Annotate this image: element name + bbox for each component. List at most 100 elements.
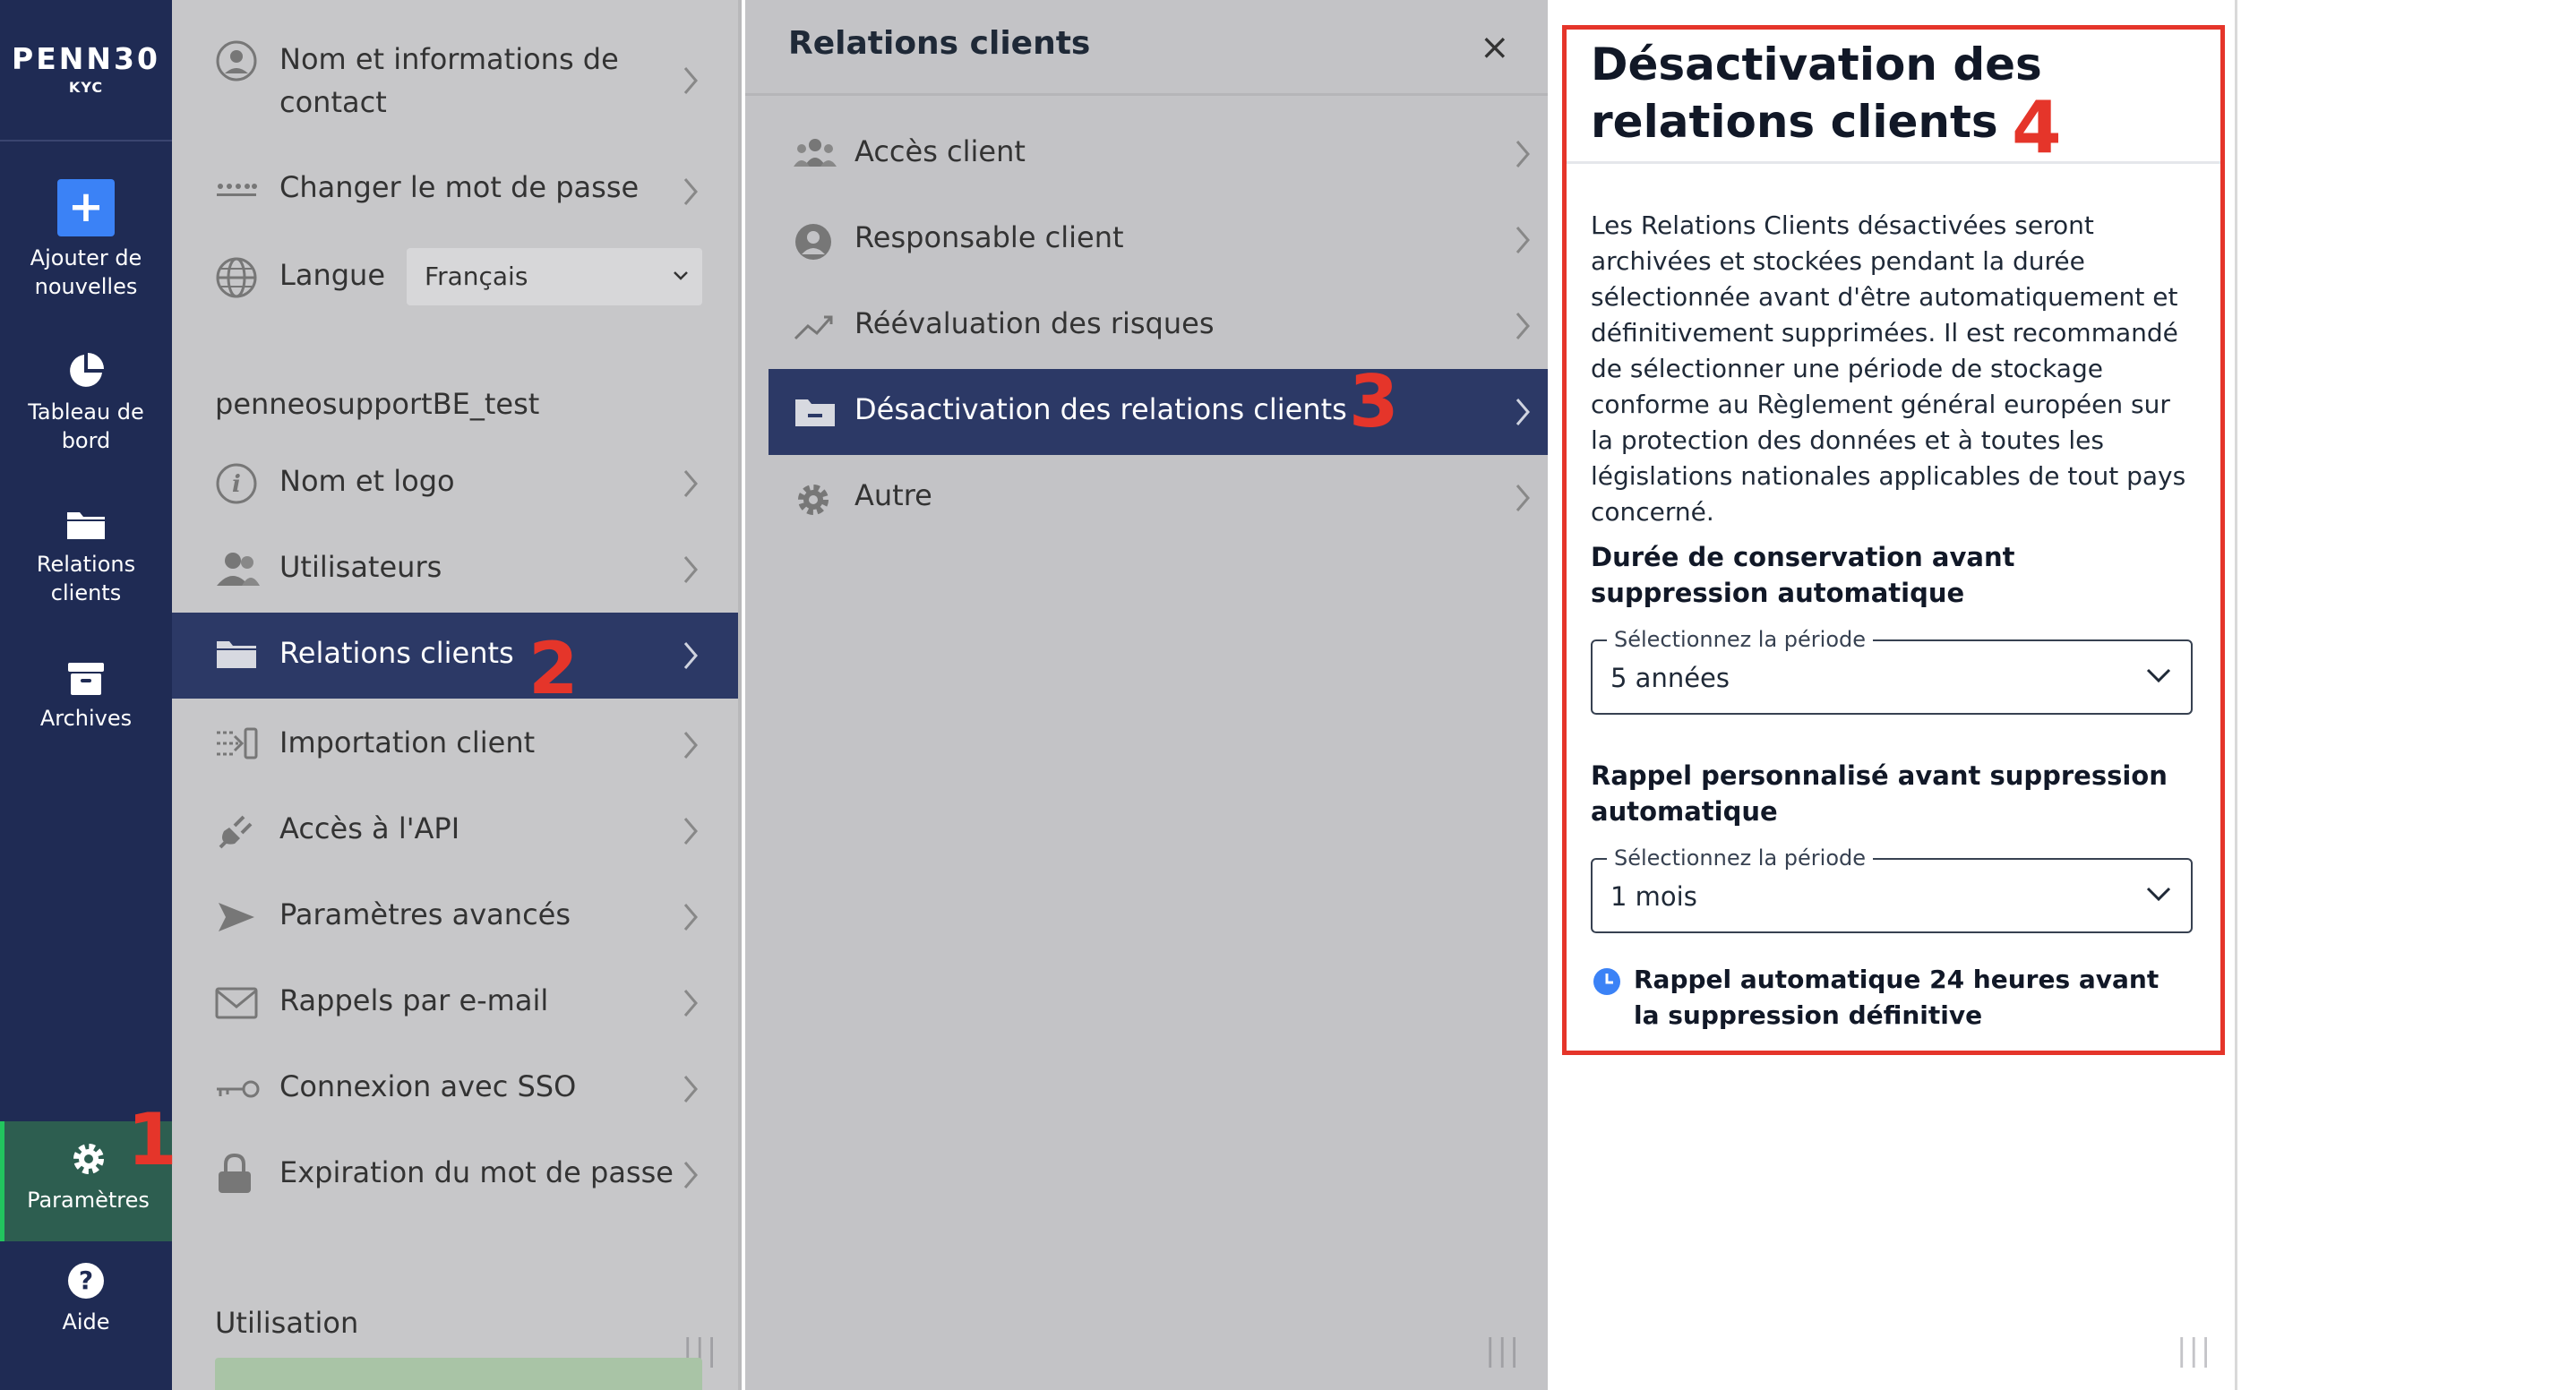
settings-item-email-reminders[interactable]: Rappels par e-mail (172, 978, 738, 1028)
send-icon (219, 903, 254, 931)
cr-item-other[interactable]: Autre (769, 455, 1548, 541)
settings-item-advanced[interactable]: Paramètres avancés (172, 892, 738, 942)
chevron-right-icon (1516, 141, 1530, 167)
settings-item-password[interactable]: Changer le mot de passe (172, 167, 738, 217)
settings-item-client-import[interactable]: Importation client (172, 720, 738, 770)
usage-progress-bar (215, 1358, 702, 1390)
annotation-number-3: 3 (1349, 360, 1399, 443)
chevron-right-icon (683, 470, 698, 497)
usage-heading: Utilisation (215, 1306, 359, 1340)
info-icon: i (216, 463, 257, 504)
chevron-right-icon (683, 818, 698, 845)
settings-item-client-relations[interactable]: Relations clients (172, 613, 738, 699)
resize-handle-icon[interactable]: ||| (2177, 1333, 2212, 1369)
import-icon (217, 727, 258, 759)
settings-item-sso[interactable]: Connexion avec SSO (172, 1064, 738, 1114)
settings-item-sso-label: Connexion avec SSO (279, 1069, 577, 1103)
logo-subtext: KYC (68, 79, 104, 96)
folder-minus-icon (795, 399, 835, 426)
chevron-right-icon (1516, 399, 1530, 425)
resize-handle-icon[interactable]: ||| (1485, 1333, 1521, 1369)
chevron-right-icon (1516, 227, 1530, 253)
users-icon (217, 553, 260, 586)
chevron-right-icon (683, 1162, 698, 1188)
globe-icon (216, 257, 257, 298)
gear-icon (73, 1144, 104, 1174)
settings-item-users[interactable]: Utilisateurs (172, 545, 738, 595)
logo-text: PENN30 (12, 41, 160, 76)
users-group-icon (794, 139, 837, 167)
lock-icon (219, 1153, 251, 1193)
app-logo[interactable]: PENN30 KYC (0, 0, 172, 142)
cr-item-risk-reassessment-label: Réévaluation des risques (854, 306, 1215, 340)
settings-item-contact-label: Nom et informations de contact (279, 42, 619, 119)
envelope-icon (215, 987, 258, 1019)
settings-item-api-access[interactable]: Accès à l'API (172, 806, 738, 856)
chevron-right-icon (683, 1076, 698, 1103)
language-value: Français (425, 262, 528, 291)
cr-item-client-access-label: Accès client (854, 134, 1026, 168)
chevron-right-icon (683, 178, 698, 205)
cr-item-client-access[interactable]: Accès client (769, 111, 1548, 197)
nav-add-new[interactable]: + Ajouter de nouvelles (0, 179, 172, 301)
settings-item-advanced-label: Paramètres avancés (279, 897, 571, 931)
chevron-right-icon (683, 67, 698, 94)
chevron-right-icon (683, 904, 698, 931)
chevron-right-icon (1516, 313, 1530, 339)
chevron-right-icon (683, 642, 698, 669)
highlight-box (1562, 25, 2225, 1055)
main-nav: PENN30 KYC + Ajouter de nouvelles Tablea… (0, 0, 172, 1390)
password-dots-icon (217, 184, 257, 196)
folder-icon (67, 512, 105, 539)
nav-help[interactable]: ? Aide (0, 1261, 172, 1336)
svg-text:?: ? (79, 1266, 93, 1295)
client-relations-title: Relations clients (788, 25, 1091, 62)
settings-item-name-logo-label: Nom et logo (279, 464, 455, 498)
nav-dashboard[interactable]: Tableau de bord (0, 351, 172, 455)
cr-item-risk-reassessment[interactable]: Réévaluation des risques (769, 283, 1548, 369)
cr-item-client-manager-label: Responsable client (854, 220, 1124, 254)
cr-item-other-label: Autre (854, 478, 932, 512)
nav-help-label: Aide (62, 1309, 110, 1334)
help-circle-icon: ? (68, 1263, 104, 1299)
annotation-number-2: 2 (528, 627, 579, 710)
gear-icon (798, 485, 829, 515)
plus-icon: + (57, 179, 115, 236)
client-relations-panel: Relations clients × Accès client Respons… (745, 0, 1548, 1390)
nav-client-relations-label: Relations clients (36, 552, 136, 605)
annotation-number-4: 4 (2012, 86, 2062, 169)
settings-item-name-logo[interactable]: i Nom et logo (172, 459, 738, 509)
key-icon (217, 1080, 260, 1098)
chevron-right-icon (683, 556, 698, 583)
language-select[interactable]: Français (407, 248, 702, 305)
nav-archives[interactable]: Archives (0, 661, 172, 733)
settings-item-password-label: Changer le mot de passe (279, 170, 640, 204)
settings-item-client-relations-label: Relations clients (279, 636, 514, 670)
settings-item-users-label: Utilisateurs (279, 550, 442, 584)
chevron-right-icon (683, 732, 698, 759)
nav-add-new-label: Ajouter de nouvelles (30, 245, 142, 299)
nav-archives-label: Archives (39, 706, 133, 731)
cr-item-client-manager[interactable]: Responsable client (769, 197, 1548, 283)
plug-icon (219, 815, 253, 849)
cr-item-deactivation-label: Désactivation des relations clients (854, 392, 1347, 426)
folder-icon (217, 641, 256, 668)
user-circle-icon (216, 40, 257, 82)
chevron-down-icon (674, 271, 688, 280)
nav-client-relations[interactable]: Relations clients (0, 507, 172, 607)
nav-dashboard-label: Tableau de bord (28, 399, 144, 453)
settings-item-password-expiry[interactable]: Expiration du mot de passe (172, 1150, 738, 1200)
nav-settings-label: Paramètres (27, 1188, 150, 1213)
close-icon[interactable]: × (1480, 27, 1510, 68)
svg-text:i: i (232, 471, 241, 498)
panel-divider (745, 93, 1548, 96)
settings-item-contact[interactable]: Nom et informations de contact (172, 36, 738, 125)
trend-up-icon (794, 315, 833, 340)
chevron-right-icon (1516, 485, 1530, 511)
settings-panel: Nom et informations de contact Changer l… (172, 0, 742, 1390)
settings-item-client-import-label: Importation client (279, 725, 536, 759)
archive-box-icon (68, 663, 104, 695)
settings-item-api-access-label: Accès à l'API (279, 811, 460, 845)
settings-item-password-expiry-label: Expiration du mot de passe (279, 1155, 674, 1189)
cr-item-deactivation[interactable]: Désactivation des relations clients (769, 369, 1548, 455)
